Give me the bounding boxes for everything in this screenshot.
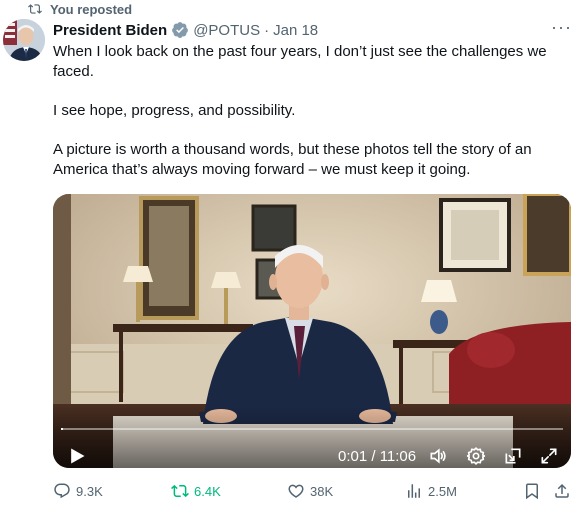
tweet-paragraph-2: I see hope, progress, and possibility. — [53, 102, 296, 119]
volume-icon[interactable] — [428, 446, 448, 466]
views-chart-icon — [408, 484, 420, 498]
video-player[interactable]: 0:01 / 11:06 — [53, 194, 571, 468]
reply-count: 9.3K — [76, 483, 103, 499]
avatar[interactable] — [3, 19, 45, 61]
tweet-actions: 9.3K 6.4K 38K 2.5M — [53, 481, 573, 501]
separator-dot: · — [264, 21, 270, 39]
tweet-header: President Biden @POTUS · Jan 18 — [53, 20, 318, 40]
play-icon[interactable] — [67, 446, 87, 466]
repost-label: You reposted — [50, 1, 133, 17]
reply-button[interactable]: 9.3K — [53, 481, 103, 501]
views-button[interactable]: 2.5M — [405, 481, 457, 501]
video-time: 0:01 / 11:06 — [338, 448, 417, 465]
tweet-text: When I look back on the past four years,… — [53, 42, 571, 180]
like-count: 38K — [310, 483, 334, 499]
repost-button[interactable]: 6.4K — [171, 481, 221, 501]
share-icon[interactable] — [553, 482, 571, 500]
repost-active-icon — [171, 484, 189, 498]
repost-icon — [28, 4, 42, 14]
video-controls: 0:01 / 11:06 — [53, 406, 571, 468]
more-options-icon[interactable]: ··· — [551, 18, 572, 36]
views-count: 2.5M — [428, 483, 457, 499]
tweet-paragraph-1: When I look back on the past four years,… — [53, 43, 547, 80]
tweet[interactable]: You reposted President Biden @POTUS · Ja… — [0, 0, 582, 507]
like-button[interactable]: 38K — [287, 481, 333, 501]
author-handle[interactable]: @POTUS — [193, 22, 260, 39]
fullscreen-icon[interactable] — [539, 446, 559, 466]
heart-icon — [288, 484, 304, 498]
video-progress-fill — [61, 428, 63, 430]
repost-indicator: You reposted — [28, 1, 132, 17]
bookmark-icon[interactable] — [523, 482, 541, 500]
picture-in-picture-icon[interactable] — [503, 446, 523, 466]
author-name[interactable]: President Biden — [53, 22, 167, 39]
video-progress-bar[interactable] — [61, 428, 563, 430]
avatar-photo — [3, 19, 45, 61]
repost-count: 6.4K — [194, 483, 221, 499]
settings-gear-icon[interactable] — [466, 446, 486, 466]
verified-badge-icon[interactable] — [171, 21, 189, 39]
reply-icon — [54, 483, 70, 499]
tweet-date[interactable]: Jan 18 — [273, 22, 318, 39]
tweet-paragraph-3: A picture is worth a thousand words, but… — [53, 141, 532, 178]
